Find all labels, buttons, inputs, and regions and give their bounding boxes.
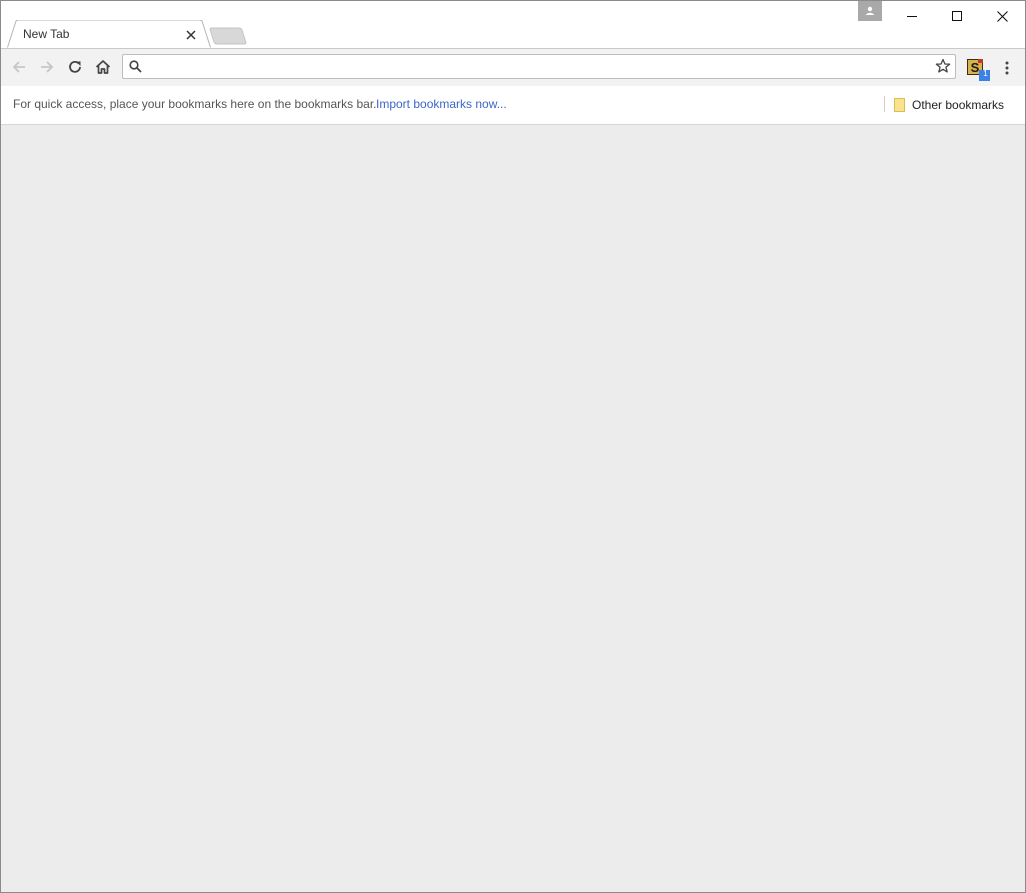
folder-icon	[894, 98, 905, 112]
maximize-button[interactable]	[934, 1, 980, 31]
forward-button[interactable]	[35, 55, 59, 79]
close-window-button[interactable]	[979, 1, 1025, 31]
home-button[interactable]	[91, 55, 115, 79]
reload-icon	[69, 60, 81, 73]
import-bookmarks-link[interactable]: Import bookmarks now...	[376, 97, 507, 111]
bookmarks-bar: For quick access, place your bookmarks h…	[1, 86, 1025, 125]
minimize-icon	[907, 16, 917, 17]
other-bookmarks-button[interactable]: Other bookmarks	[894, 94, 1004, 116]
arrow-right-icon	[41, 61, 54, 73]
toolbar: S 1	[1, 48, 1025, 87]
new-tab-button[interactable]	[209, 27, 247, 45]
new-tab-icon	[209, 27, 247, 45]
maximize-icon	[952, 11, 962, 21]
extension-button[interactable]: S 1	[965, 57, 991, 83]
star-icon[interactable]	[935, 58, 951, 74]
address-input[interactable]	[151, 57, 925, 78]
close-icon	[186, 30, 196, 40]
bookmarks-hint-text: For quick access, place your bookmarks h…	[13, 97, 377, 111]
other-bookmarks-label: Other bookmarks	[912, 98, 1005, 112]
page-content	[1, 125, 1025, 892]
search-icon	[129, 60, 142, 73]
arrow-left-icon	[12, 61, 25, 73]
reload-button[interactable]	[63, 55, 87, 79]
minimize-button[interactable]	[889, 1, 935, 31]
tab-new-tab[interactable]: New Tab	[7, 20, 211, 49]
tab-close-button[interactable]	[183, 27, 199, 43]
close-icon	[996, 10, 1008, 22]
tab-title: New Tab	[23, 27, 70, 41]
back-button[interactable]	[7, 55, 31, 79]
address-bar[interactable]	[122, 54, 956, 79]
profile-button[interactable]	[858, 1, 882, 21]
bookmarks-separator	[884, 96, 885, 112]
home-icon	[95, 60, 111, 74]
browser-window: New Tab S 1 For quick access, place your…	[0, 0, 1026, 893]
vertical-dots-icon	[1005, 61, 1009, 75]
person-icon	[865, 6, 875, 15]
menu-button[interactable]	[997, 57, 1017, 79]
extension-badge: 1	[983, 69, 988, 78]
tab-strip: New Tab	[1, 1, 1025, 49]
